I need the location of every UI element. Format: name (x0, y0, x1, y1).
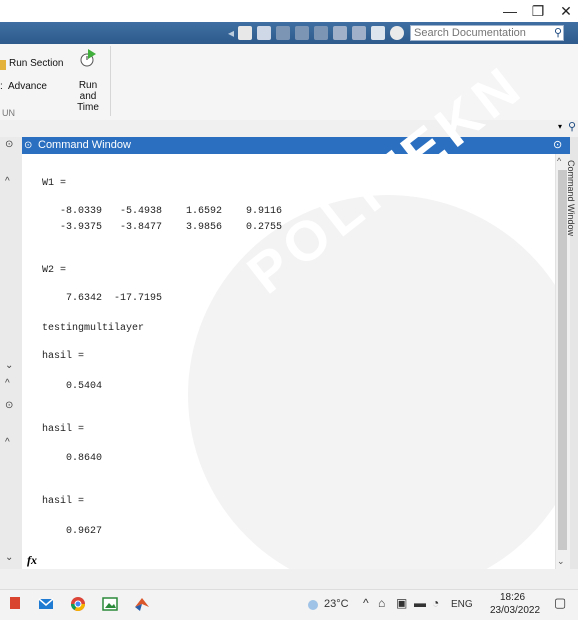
clock-time[interactable]: 18:26 (500, 592, 525, 603)
chevron-up-icon[interactable]: ^ (5, 437, 10, 448)
output-line: W2 = (42, 265, 67, 276)
run-section-button[interactable]: Run Section (9, 58, 63, 69)
panel-menu-icon[interactable]: ⊙ (5, 139, 13, 150)
clock-date[interactable]: 23/03/2022 (490, 605, 540, 616)
help-icon[interactable] (390, 26, 404, 40)
restore-button[interactable]: ❐ (523, 0, 553, 22)
advance-button[interactable]: Advance (8, 81, 47, 92)
output-line: 0.9627 (42, 526, 103, 537)
chevron-up-icon[interactable]: ^ (5, 378, 10, 389)
output-line: testingmultilayer (42, 323, 145, 334)
ribbon-section-label: UN (2, 108, 15, 118)
fx-prompt-icon[interactable]: fx (27, 553, 37, 568)
output-line: hasil = (42, 424, 85, 435)
switch-windows-icon[interactable] (371, 26, 385, 40)
title-menu-icon[interactable]: ⊙ (24, 137, 32, 154)
scroll-up-icon[interactable]: ^ (557, 156, 561, 166)
chevron-up-icon[interactable]: ^ (363, 596, 369, 610)
chevron-down-icon[interactable]: ⌄ (5, 360, 13, 371)
output-line: 0.8640 (42, 453, 103, 464)
command-window-menu-icon[interactable]: ⊙ (553, 137, 562, 154)
undo-icon[interactable] (333, 26, 347, 40)
output-line: -3.9375 -3.8477 3.9856 0.2755 (42, 222, 283, 233)
dropdown-icon[interactable]: ▾ (558, 122, 562, 131)
output-line: W1 = (42, 178, 67, 189)
scroll-down-icon[interactable]: ⌄ (557, 556, 565, 567)
search-input[interactable] (410, 25, 564, 41)
notification-badge-icon[interactable]: ▣ (396, 596, 407, 610)
chevron-up-icon[interactable]: ^ (5, 176, 10, 187)
output-line: 7.6342 -17.7195 (42, 293, 163, 304)
run-and-time-icon (80, 49, 96, 67)
network-icon[interactable]: ⌂ (378, 596, 385, 610)
minimize-button[interactable]: — (495, 0, 525, 22)
search-icon[interactable]: ⚲ (568, 120, 576, 133)
wifi-icon[interactable]: ◔ (432, 596, 439, 610)
chevron-down-icon[interactable]: ⌄ (5, 552, 13, 563)
search-icon[interactable]: ⚲ (554, 26, 562, 39)
temperature-label[interactable]: 23°C (324, 598, 349, 610)
mail-icon[interactable] (38, 596, 54, 612)
matlab-icon[interactable] (134, 596, 150, 612)
run-and-time-button[interactable]: Run and Time (70, 80, 106, 113)
output-line: 0.5404 (42, 381, 103, 392)
panel-menu-icon[interactable]: ⊙ (5, 400, 13, 411)
weather-icon (308, 600, 318, 610)
copy-icon[interactable] (295, 26, 309, 40)
cut-icon[interactable] (276, 26, 290, 40)
battery-icon[interactable]: ▬ (414, 596, 426, 610)
toolbar-grip-icon: ◂ (228, 26, 235, 40)
language-indicator[interactable]: ENG (451, 599, 473, 610)
new-file-icon[interactable] (238, 26, 252, 40)
close-button[interactable]: ✕ (551, 0, 578, 22)
command-window-title: Command Window (38, 139, 131, 151)
action-center-icon[interactable]: ▢ (554, 595, 566, 611)
store-icon[interactable] (10, 597, 20, 609)
command-window-side-tab[interactable]: Command Window (566, 160, 576, 236)
output-line: hasil = (42, 351, 85, 362)
ribbon-separator (110, 46, 111, 116)
image-viewer-icon[interactable] (102, 596, 118, 612)
output-line: -8.0339 -5.4938 1.6592 9.9116 (42, 206, 283, 217)
title-bar (0, 0, 578, 22)
left-collapsed-panel (0, 137, 23, 569)
output-line: hasil = (42, 496, 85, 507)
status-gap (0, 569, 578, 589)
run-section-icon (0, 60, 6, 70)
save-icon[interactable] (257, 26, 271, 40)
chrome-icon[interactable] (70, 596, 86, 612)
paste-icon[interactable] (314, 26, 328, 40)
advance-arrow-icon: : (0, 81, 3, 92)
redo-icon[interactable] (352, 26, 366, 40)
